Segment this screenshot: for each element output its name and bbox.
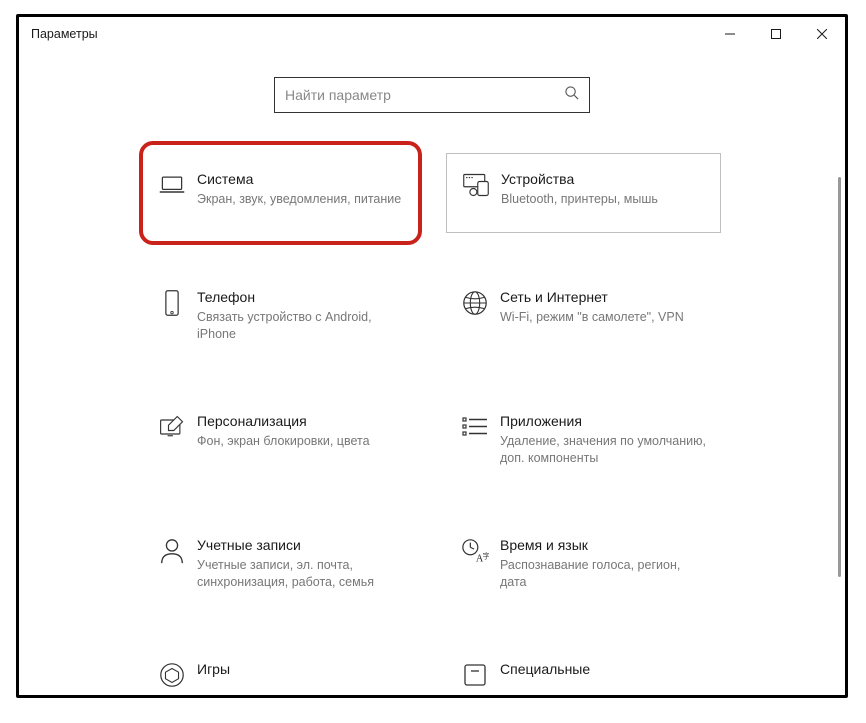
titlebar: Параметры <box>19 17 845 51</box>
globe-icon <box>456 287 494 317</box>
content-area: Система Экран, звук, уведомления, питани… <box>19 51 845 723</box>
tile-title: Время и язык <box>500 535 707 555</box>
tile-apps[interactable]: Приложения Удаление, значения по умолчан… <box>446 397 721 477</box>
tile-title: Система <box>197 169 401 189</box>
window-controls <box>707 17 845 51</box>
search-icon <box>564 85 579 105</box>
tile-desc: Распознавание голоса, регион, дата <box>500 557 707 591</box>
tile-time-language[interactable]: A字 Время и язык Распознавание голоса, ре… <box>446 521 721 601</box>
tile-desc: Удаление, значения по умолчанию, доп. ко… <box>500 433 707 467</box>
close-button[interactable] <box>799 17 845 51</box>
tile-desc: Фон, экран блокировки, цвета <box>197 433 370 450</box>
window-title: Параметры <box>31 27 98 41</box>
tile-title: Учетные записи <box>197 535 404 555</box>
tile-title: Устройства <box>501 169 658 189</box>
gaming-icon <box>153 659 191 689</box>
tile-network[interactable]: Сеть и Интернет Wi-Fi, режим "в самолете… <box>446 273 721 353</box>
ease-icon <box>456 659 494 689</box>
tile-desc: Bluetooth, принтеры, мышь <box>501 191 658 208</box>
tile-system[interactable]: Система Экран, звук, уведомления, питани… <box>139 141 422 245</box>
tile-title: Игры <box>197 659 230 679</box>
minimize-icon <box>725 29 735 39</box>
minimize-button[interactable] <box>707 17 753 51</box>
settings-window: Параметры С <box>16 14 848 698</box>
search-box[interactable] <box>274 77 590 113</box>
tile-devices[interactable]: Устройства Bluetooth, принтеры, мышь <box>446 153 721 233</box>
tile-desc: Wi-Fi, режим "в самолете", VPN <box>500 309 684 326</box>
tile-personalization[interactable]: Персонализация Фон, экран блокировки, цв… <box>143 397 418 477</box>
category-grid: Система Экран, звук, уведомления, питани… <box>143 157 721 723</box>
tile-desc: Связать устройство с Android, iPhone <box>197 309 404 343</box>
scrollbar[interactable] <box>838 177 841 577</box>
svg-text:字: 字 <box>482 550 489 560</box>
tile-accounts[interactable]: Учетные записи Учетные записи, эл. почта… <box>143 521 418 601</box>
tile-title: Приложения <box>500 411 707 431</box>
maximize-icon <box>771 29 781 39</box>
tile-title: Телефон <box>197 287 404 307</box>
search-input[interactable] <box>285 87 564 103</box>
close-icon <box>817 29 827 39</box>
tile-title: Специальные <box>500 659 590 679</box>
person-icon <box>153 535 191 565</box>
phone-icon <box>153 287 191 317</box>
personalize-icon <box>153 411 191 441</box>
maximize-button[interactable] <box>753 17 799 51</box>
tile-desc: Учетные записи, эл. почта, синхронизация… <box>197 557 404 591</box>
tile-phone[interactable]: Телефон Связать устройство с Android, iP… <box>143 273 418 353</box>
tile-title: Персонализация <box>197 411 370 431</box>
apps-icon <box>456 411 494 441</box>
tile-ease-of-access[interactable]: Специальные <box>446 645 721 723</box>
laptop-icon <box>153 169 191 199</box>
devices-icon <box>457 169 495 199</box>
tile-desc: Экран, звук, уведомления, питание <box>197 191 401 208</box>
tile-gaming[interactable]: Игры <box>143 645 418 723</box>
tile-title: Сеть и Интернет <box>500 287 684 307</box>
time-language-icon: A字 <box>456 535 494 565</box>
